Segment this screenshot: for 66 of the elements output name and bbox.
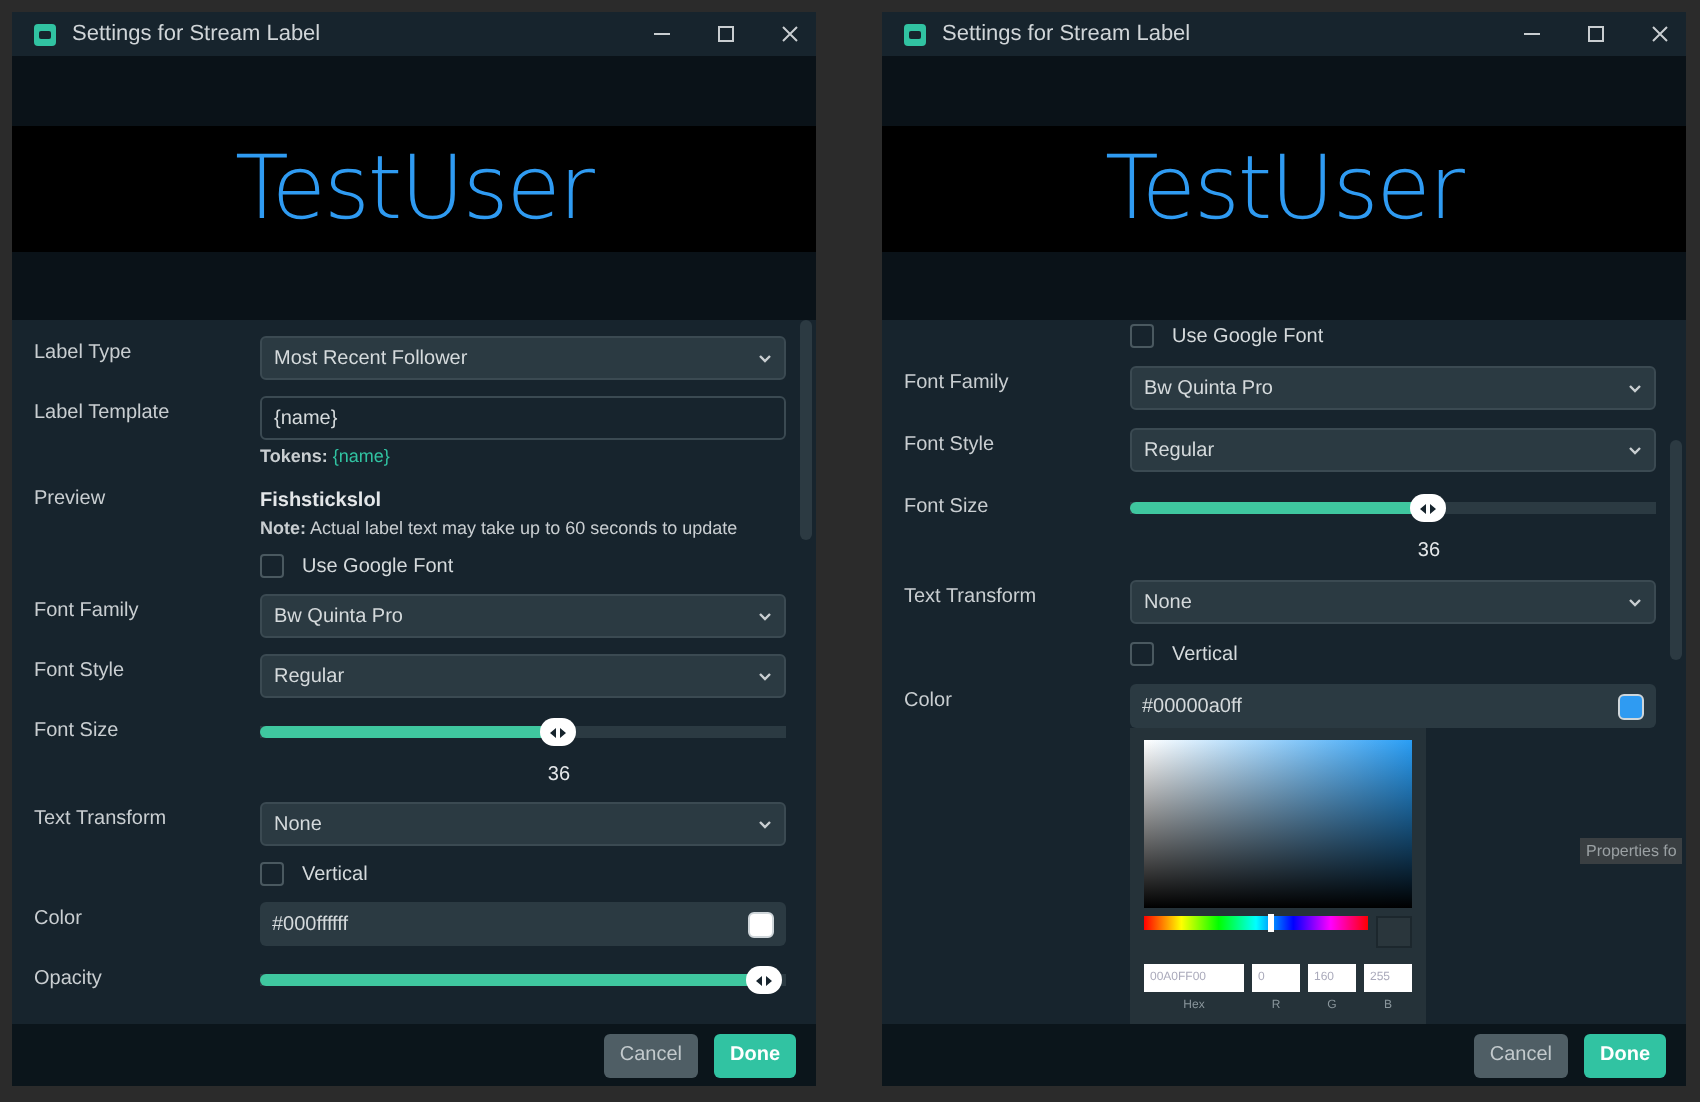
field-label: Color xyxy=(904,688,954,716)
dropdown[interactable]: Regular xyxy=(1130,428,1656,472)
chevron-down-icon xyxy=(758,671,772,681)
maximize-icon[interactable] xyxy=(716,24,736,44)
dropdown[interactable]: Bw Quinta Pro xyxy=(260,594,786,638)
chevron-down-icon xyxy=(1628,383,1642,393)
hue-slider[interactable] xyxy=(1144,916,1368,930)
field-label: Label Type xyxy=(34,340,134,368)
field-label: Font Family xyxy=(904,370,1011,398)
checkbox[interactable] xyxy=(260,862,284,886)
field-label: Opacity xyxy=(34,966,104,994)
preview-value: Fishstickslol xyxy=(260,490,384,512)
checkbox-label: Use Google Font xyxy=(1172,325,1324,347)
window-title: Settings for Stream Label xyxy=(72,22,323,46)
chevron-down-icon xyxy=(758,611,772,621)
saturation-area[interactable] xyxy=(1144,740,1412,908)
slider-value: 36 xyxy=(1417,540,1441,562)
tooltip: Properties fo xyxy=(1580,838,1683,864)
close-icon[interactable] xyxy=(1650,24,1670,44)
scrollbar-thumb[interactable] xyxy=(800,320,812,540)
checkbox-label: Vertical xyxy=(1172,643,1238,665)
app-icon xyxy=(904,23,926,45)
checkbox[interactable] xyxy=(260,554,284,578)
slider-handle[interactable] xyxy=(745,966,782,994)
color-swatch[interactable] xyxy=(748,911,774,937)
checkbox-label: Vertical xyxy=(302,863,368,885)
dropdown[interactable]: Most Recent Follower xyxy=(260,336,786,380)
color-field[interactable]: #00000a0ff xyxy=(1130,684,1656,728)
input-field[interactable]: {name} xyxy=(260,396,786,440)
slider-handle[interactable] xyxy=(539,718,576,746)
field-label: Preview xyxy=(34,486,108,514)
field-label: Color xyxy=(34,906,84,934)
field-label: Font Style xyxy=(904,432,997,460)
preview-text: TestUser xyxy=(1105,137,1463,239)
dropdown[interactable]: None xyxy=(1130,580,1656,624)
maximize-icon[interactable] xyxy=(1586,24,1606,44)
slider-handle[interactable] xyxy=(1409,494,1446,522)
cancel-button[interactable]: Cancel xyxy=(1473,1033,1568,1077)
dropdown[interactable]: Bw Quinta Pro xyxy=(1130,366,1656,410)
field-label: Font Size xyxy=(34,718,121,746)
tokens-text: Tokens: {name} xyxy=(260,446,392,466)
checkbox[interactable] xyxy=(1130,642,1154,666)
note-text: Note: Actual label text may take up to 60 seconds to update xyxy=(260,518,740,538)
window-title: Settings for Stream Label xyxy=(942,22,1193,46)
color-swatch[interactable] xyxy=(1618,693,1644,719)
color-field[interactable]: #000ffffff xyxy=(260,902,786,946)
slider-value: 36 xyxy=(547,764,571,786)
chevron-down-icon xyxy=(1628,597,1642,607)
field-label: Text Transform xyxy=(904,584,1039,612)
field-label: Font Size xyxy=(904,494,991,522)
app-icon xyxy=(34,23,56,45)
preview-text: TestUser xyxy=(235,137,593,239)
chevron-down-icon xyxy=(758,353,772,363)
field-label: Font Style xyxy=(34,658,127,686)
chevron-down-icon xyxy=(758,819,772,829)
chevron-down-icon xyxy=(1628,445,1642,455)
field-label: Font Family xyxy=(34,598,141,626)
hue-handle[interactable] xyxy=(1267,914,1274,932)
dropdown[interactable]: None xyxy=(260,802,786,846)
checkbox[interactable] xyxy=(1130,324,1154,348)
field-label: Label Template xyxy=(34,400,172,428)
field-label: Text Transform xyxy=(34,806,169,834)
close-icon[interactable] xyxy=(780,24,800,44)
checkbox-label: Use Google Font xyxy=(302,555,454,577)
dropdown[interactable]: Regular xyxy=(260,654,786,698)
cancel-button[interactable]: Cancel xyxy=(603,1033,698,1077)
